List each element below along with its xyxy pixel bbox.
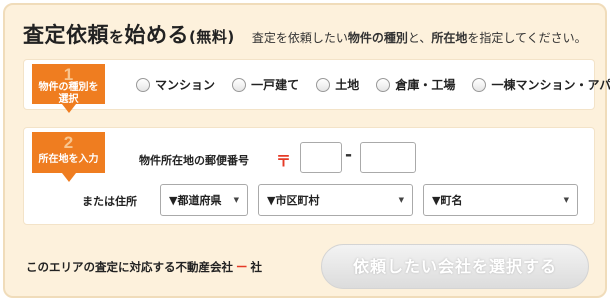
radio-whole-building[interactable]: 一棟マンション・アパート [472, 76, 610, 93]
zip-separator: - [345, 145, 353, 165]
radio-mansion[interactable]: マンション [136, 76, 215, 93]
step-label: 物件の種別を選択 [38, 82, 99, 105]
postal-mark-icon: 〒 [276, 152, 292, 170]
address-label: または住所 [82, 195, 137, 208]
step-number: 1 [63, 65, 74, 84]
company-count-text: このエリアの査定に対応する不動産会社ー社 [26, 260, 262, 274]
form-header: 査定依頼を始める(無料) 査定を依頼したい物件の種別と、所在地を指定してください… [23, 19, 603, 49]
step2-badge: 2 所在地を入力 [32, 132, 105, 182]
radio-circle-icon[interactable] [376, 77, 391, 92]
radio-detached-house[interactable]: 一戸建て [232, 76, 299, 93]
form-description: 査定を依頼したい物件の種別と、所在地を指定してください。 [251, 31, 587, 45]
zip-first-input[interactable] [300, 142, 342, 173]
property-type-options: マンション 一戸建て 土地 倉庫・工場 一棟マンション・アパート [136, 76, 610, 96]
city-select[interactable]: ▼市区町村 ▼ [258, 184, 413, 216]
postal-code-label: 物件所在地の郵便番号 [139, 154, 249, 167]
town-select[interactable]: ▼町名 ▼ [423, 184, 578, 216]
radio-circle-icon[interactable] [232, 77, 247, 92]
zip-second-input[interactable] [360, 142, 416, 173]
radio-land[interactable]: 土地 [316, 76, 359, 93]
radio-circle-icon[interactable] [136, 77, 150, 92]
step-number: 2 [63, 133, 74, 152]
dropdown-arrow-icon: ▼ [398, 196, 404, 204]
company-count: ー [236, 260, 248, 274]
dropdown-arrow-icon: ▼ [233, 196, 239, 204]
step-label: 所在地を入力 [38, 154, 99, 165]
request-form-panel: 査定依頼を始める(無料) 査定を依頼したい物件の種別と、所在地を指定してください… [3, 3, 610, 298]
select-company-button[interactable]: 依頼したい会社を選択する [321, 244, 589, 289]
radio-circle-icon[interactable] [316, 77, 331, 92]
location-section: 2 所在地を入力 物件所在地の郵便番号 〒 - または住所 ▼都道府県 ▼ ▼市… [23, 127, 595, 225]
dropdown-arrow-icon: ▼ [563, 196, 569, 204]
prefecture-select[interactable]: ▼都道府県 ▼ [160, 184, 248, 216]
radio-circle-icon[interactable] [472, 77, 487, 92]
page-title: 査定依頼を始める(無料) [23, 23, 235, 47]
step1-badge: 1 物件の種別を選択 [32, 64, 105, 113]
property-type-section: 1 物件の種別を選択 マンション 一戸建て 土地 倉庫・工場 一棟マンション・ア… [23, 59, 610, 113]
radio-warehouse-factory[interactable]: 倉庫・工場 [376, 76, 455, 93]
